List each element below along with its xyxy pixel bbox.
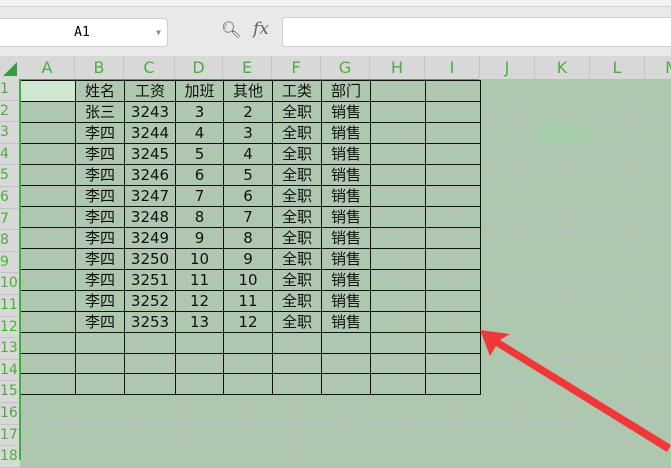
arrow-shape: [480, 330, 671, 452]
red-arrow-annotation: [480, 330, 671, 452]
